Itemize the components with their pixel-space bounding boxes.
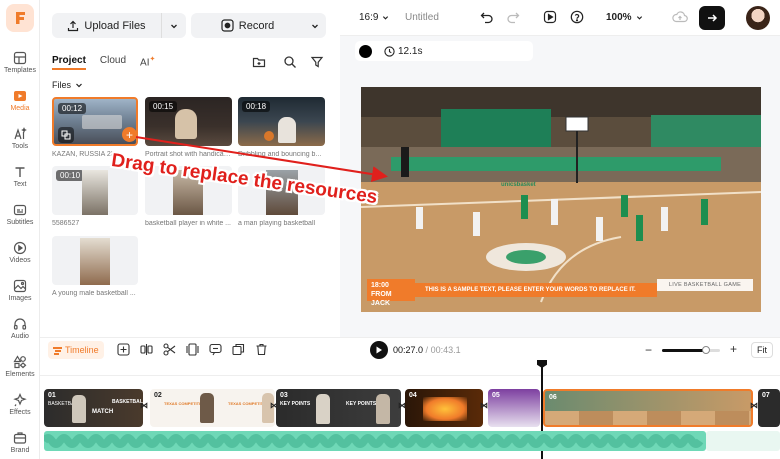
subtitle-icon[interactable] (209, 343, 222, 356)
timeline-clip[interactable]: 01 BASKETBALL MATCH BASKETBALL (44, 389, 143, 427)
clip-number: 02 (154, 392, 162, 399)
clip-scoreboard (423, 397, 467, 421)
transition-icon[interactable]: ⋈ (750, 401, 758, 410)
zoom-slider-handle[interactable] (701, 346, 710, 354)
add-icon[interactable] (117, 343, 130, 356)
clip-number: 04 (409, 392, 417, 399)
clip-title-2: BASKETBALL (112, 399, 143, 405)
timeline-tools (117, 343, 268, 356)
clip-subtitle: KEY POINTS (346, 401, 377, 407)
timeline-clip-selected[interactable]: 06 (543, 389, 753, 427)
clip-figure (200, 393, 214, 423)
play-icon (376, 346, 382, 354)
timeline-icon (53, 346, 62, 355)
clip-number: 03 (280, 392, 288, 399)
duplicate-icon[interactable] (232, 343, 245, 356)
current-time: 00:27.0 (393, 345, 424, 355)
time-ruler (40, 366, 780, 376)
fit-button[interactable]: Fit (751, 342, 773, 358)
zoom-slider-fill (662, 349, 706, 352)
split-icon[interactable] (140, 343, 153, 356)
timeline-clip[interactable]: 05 (488, 389, 540, 427)
play-button[interactable] (370, 341, 388, 359)
clip-figure (376, 394, 390, 424)
transition-icon[interactable]: ⋈ (480, 401, 488, 410)
clip-title: KEY POINTS (280, 401, 311, 407)
time-display: 00:27.0 / 00:43.1 (393, 345, 461, 355)
timeline-clip[interactable]: 07 (758, 389, 780, 427)
clip-figure (316, 394, 330, 424)
audio-waveform (40, 434, 704, 448)
clip-number: 06 (549, 394, 557, 401)
clip-figure (72, 395, 86, 423)
audio-track-remainder (706, 431, 780, 451)
audio-track[interactable] (40, 431, 706, 451)
timeline-clip[interactable]: 04 (405, 389, 483, 427)
zoom-out-button[interactable]: − (645, 343, 652, 357)
scissors-icon[interactable] (163, 343, 176, 356)
clip-number: 05 (492, 392, 500, 399)
clip-subtitle: MATCH (92, 409, 114, 415)
timeline-clip[interactable]: 03 KEY POINTS KEY POINTS (276, 389, 401, 427)
delete-icon[interactable] (255, 343, 268, 356)
clip-number: 01 (48, 392, 56, 399)
clip-number: 07 (762, 392, 770, 399)
transition-icon[interactable]: ⋈ (140, 401, 148, 410)
zoom-slider[interactable] (662, 346, 720, 354)
zoom-in-button[interactable]: + (730, 342, 737, 356)
freeze-frame-icon[interactable] (186, 343, 199, 356)
timeline-toggle[interactable]: Timeline (48, 341, 104, 359)
total-time: 00:43.1 (430, 345, 461, 355)
timeline-label: Timeline (65, 345, 99, 355)
timeline-clip[interactable]: 02 TEXAS COMPETITION TEXAS COMPETITION (150, 389, 275, 427)
clip-frames (545, 411, 751, 425)
